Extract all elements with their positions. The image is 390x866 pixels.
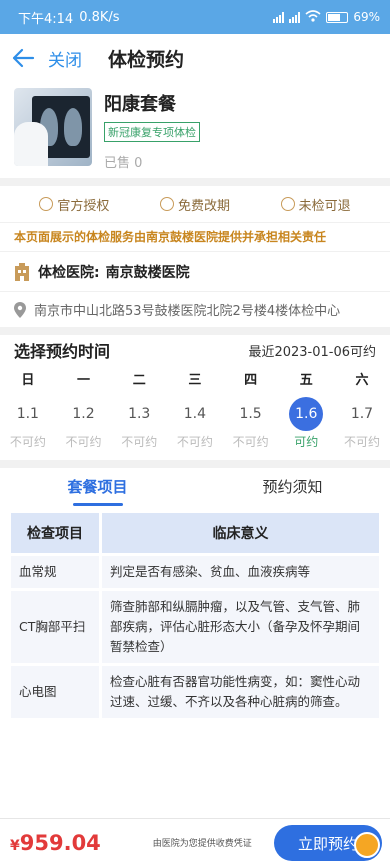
battery-icon <box>326 11 349 23</box>
refund-icon <box>280 197 295 211</box>
package-sold-count: 已售 0 <box>104 156 143 171</box>
weekday-label: 六 <box>355 373 369 388</box>
address-row[interactable]: 南京市中山北路53号鼓楼医院北院2号楼4楼体检中心 <box>0 291 390 327</box>
signal-icon-2 <box>289 11 301 23</box>
weekday-label: 日 <box>21 373 35 388</box>
package-name: 阳康套餐 <box>104 94 176 115</box>
hospital-row: 体检医院: 南京鼓楼医院 <box>0 251 390 291</box>
date-cell[interactable]: 1.5 不可约 <box>223 393 279 450</box>
package-thumbnail <box>14 88 92 166</box>
guarantee-reschedule: 免费改期 <box>159 195 230 214</box>
date-cell-selected[interactable]: 1.6 可约 <box>278 393 334 450</box>
wifi-icon <box>305 9 321 25</box>
bottom-bar: ¥959.04 由医院为您提供收费凭证 立即预约 <box>0 818 390 866</box>
divider <box>0 327 390 335</box>
table-row: CT胸部平扫 筛查肺部和纵膈肿瘤，以及气管、支气管、肺部疾病，评估心脏形态大小（… <box>11 591 379 663</box>
guarantee-refund: 未检可退 <box>280 195 351 214</box>
status-speed: 0.8K/s <box>79 9 120 25</box>
date-cell[interactable]: 1.3 不可约 <box>111 393 167 450</box>
date-cell[interactable]: 1.4 不可约 <box>167 393 223 450</box>
nav-bar: 关闭 体检预约 <box>0 34 390 82</box>
date-row: 1.1 不可约 1.2 不可约 1.3 不可约 1.4 不可约 1.5 不可约 1.6 可约… <box>0 393 390 450</box>
page-title: 体检预约 <box>108 48 185 71</box>
status-time: 下午4:14 <box>18 11 74 27</box>
hospital-name: 南京鼓楼医院 <box>105 264 190 281</box>
location-pin-icon <box>14 301 26 318</box>
date-cell[interactable]: 1.2 不可约 <box>56 393 112 450</box>
signal-icon <box>273 11 285 23</box>
table-header: 检查项目 <box>11 513 99 553</box>
hospital-address: 南京市中山北路53号鼓楼医院北院2号楼4楼体检中心 <box>34 304 341 319</box>
back-arrow-icon[interactable] <box>8 43 38 73</box>
package-card: 阳康套餐 新冠康复专项体检 已售 0 <box>0 82 390 178</box>
package-tag: 新冠康复专项体检 <box>104 122 200 142</box>
weekday-label: 五 <box>299 373 313 388</box>
weekday-label: 一 <box>77 373 91 388</box>
battery-level: 69% <box>353 10 380 24</box>
table-header: 临床意义 <box>102 513 379 553</box>
weekday-label: 四 <box>244 373 258 388</box>
tab-booking-notice[interactable]: 预约须知 <box>195 468 390 506</box>
weekday-label: 三 <box>188 373 202 388</box>
table-row: 心电图 检查心脏有否器官功能性病变，如：窦性心动过速、过缓、不齐以及各种心脏病的… <box>11 666 379 718</box>
status-bar: 下午4:14 0.8K/s 69% <box>0 0 390 34</box>
items-table: 检查项目 临床意义 血常规 判定是否有感染、贫血、血液疾病等 CT胸部平扫 筛查… <box>8 510 382 721</box>
tab-package-items[interactable]: 套餐项目 <box>0 468 195 506</box>
price: ¥959.04 <box>10 830 101 855</box>
schedule-title: 选择预约时间 <box>14 342 111 361</box>
clock-icon <box>159 197 174 211</box>
schedule-latest-date: 最近2023-01-06可约 <box>248 344 376 360</box>
touch-cursor-icon <box>354 832 380 858</box>
tab-bar: 套餐项目 预约须知 <box>0 460 390 506</box>
weekday-row: 日 一 二 三 四 五 六 <box>0 365 390 393</box>
voucher-note: 由医院为您提供收费凭证 <box>152 839 252 849</box>
table-row: 血常规 判定是否有感染、贫血、血液疾病等 <box>11 556 379 588</box>
date-cell[interactable]: 1.1 不可约 <box>0 393 56 450</box>
guarantee-row: 官方授权 免费改期 未检可退 <box>0 186 390 222</box>
service-notice: 本页面展示的体检服务由南京鼓楼医院提供并承担相关责任 <box>0 222 390 251</box>
hospital-label: 体检医院: <box>38 264 100 281</box>
weekday-label: 二 <box>132 373 146 388</box>
guarantee-official: 官方授权 <box>39 195 109 214</box>
hospital-icon <box>15 262 29 281</box>
shield-icon <box>39 197 54 211</box>
close-button[interactable]: 关闭 <box>48 46 82 71</box>
schedule-header: 选择预约时间 最近2023-01-06可约 <box>0 335 390 365</box>
date-cell[interactable]: 1.7 不可约 <box>334 393 390 450</box>
divider <box>0 178 390 186</box>
